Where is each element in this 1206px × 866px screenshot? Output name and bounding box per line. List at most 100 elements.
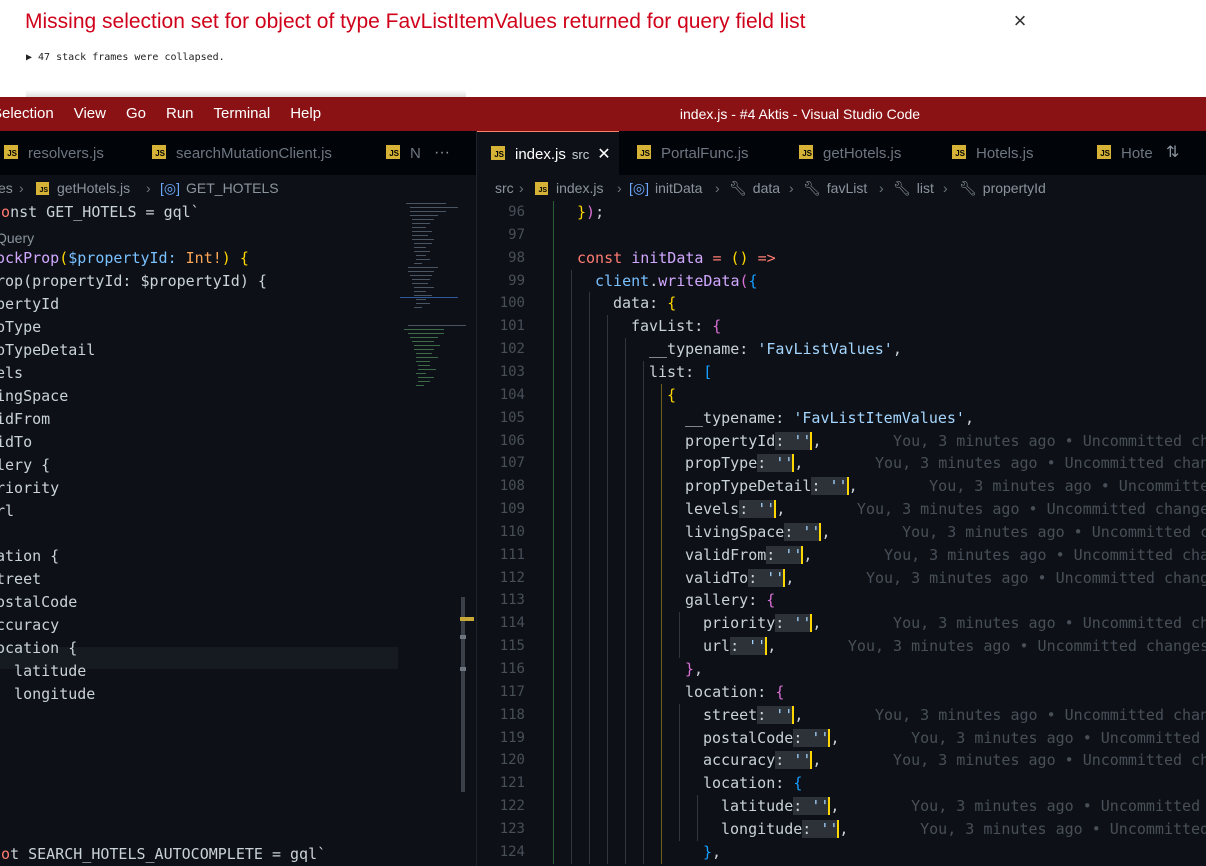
- git-blame-annotation: You, 3 minutes ago • Uncommitted c: [902, 522, 1206, 541]
- code-line: ocation {: [0, 639, 78, 657]
- minimap-line: [408, 267, 438, 268]
- menu-view[interactable]: View: [64, 97, 116, 131]
- breadcrumb-src[interactable]: src: [495, 175, 514, 201]
- js-file-icon: JS: [152, 145, 166, 160]
- right-tab-bar: JS index.js src ✕ JS PortalFunc.js JS getHote…: [477, 131, 1206, 175]
- minimap-line: [410, 211, 446, 212]
- minimap-line: [414, 345, 440, 346]
- minimap-line: [416, 255, 426, 256]
- minimap-line: [414, 295, 432, 296]
- code-line: livingSpace: '',: [685, 522, 831, 541]
- git-blame-annotation: You, 3 minutes ago • Uncommitted chang: [865, 568, 1206, 587]
- line-number: 100: [499, 295, 525, 312]
- tab-portal-func[interactable]: JS PortalFunc.js: [637, 131, 749, 175]
- line-number: 106: [499, 432, 525, 449]
- js-file-icon: JS: [952, 145, 966, 160]
- line-number: 103: [499, 363, 525, 380]
- breadcrumb-data[interactable]: 🔧︎ data: [729, 175, 780, 201]
- open-changes-icon[interactable]: ⇅: [1166, 131, 1179, 175]
- js-file-icon: JS: [637, 145, 651, 160]
- minimap-line: [418, 369, 436, 370]
- breadcrumb-folder[interactable]: es: [0, 175, 13, 201]
- menu-selection[interactable]: Selection: [0, 97, 64, 131]
- indent-guide: [643, 360, 644, 864]
- menu-go[interactable]: Go: [116, 97, 156, 131]
- breadcrumb-file[interactable]: JS getHotels.js: [36, 175, 130, 201]
- minimap-line: [412, 341, 434, 342]
- tab-hote-truncated[interactable]: JS Hote: [1097, 131, 1153, 175]
- code-line: street: '',: [703, 705, 804, 724]
- minimap-line: [406, 203, 446, 204]
- breadcrumb-propertyid[interactable]: 🔧︎ propertyId: [959, 175, 1046, 201]
- code-line: ingSpace: [0, 387, 69, 405]
- breadcrumb-index[interactable]: JS index.js: [535, 175, 603, 201]
- code-line: ccuracy: [0, 616, 60, 634]
- minimap-line: [408, 271, 434, 272]
- code-line: accuracy: '',: [703, 751, 822, 770]
- overlay-truncated-text: [26, 90, 466, 97]
- line-number: 109: [499, 501, 525, 518]
- code-line: {: [667, 385, 677, 404]
- line-number: 118: [499, 706, 525, 723]
- more-actions-icon[interactable]: ···: [434, 131, 450, 175]
- wrench-icon: 🔧︎: [729, 180, 747, 196]
- code-line: ostalCode: [0, 593, 78, 611]
- minimap-line: [416, 361, 430, 362]
- tab-resolvers[interactable]: JS resolvers.js: [4, 131, 104, 175]
- line-number: 107: [499, 455, 525, 472]
- breadcrumb-favlist[interactable]: 🔧︎ favList: [803, 175, 867, 201]
- close-tab-icon[interactable]: ✕: [597, 146, 610, 163]
- window-title: index.js - #4 Aktis - Visual Studio Code: [679, 106, 921, 122]
- close-icon[interactable]: ×: [1008, 9, 1032, 33]
- line-number: 99: [508, 272, 525, 289]
- collapsed-frames-toggle[interactable]: ▶ 47 stack frames were collapsed.: [26, 52, 225, 63]
- code-line: ockProp($propertyId: Int!) {: [0, 249, 249, 267]
- code-line: longitude: '',: [721, 819, 849, 838]
- code-line: const initData = () =>: [577, 248, 776, 267]
- code-line: data: {: [613, 294, 677, 313]
- tab-index-js[interactable]: JS index.js src ✕: [477, 131, 619, 175]
- line-number: 112: [499, 569, 525, 586]
- minimap-line: [416, 259, 430, 260]
- line-number: 111: [499, 546, 525, 563]
- code-line: treet: [0, 570, 42, 588]
- breadcrumb-symbol[interactable]: [◎] GET_HOTELS: [160, 175, 279, 201]
- menu-help[interactable]: Help: [280, 97, 331, 131]
- code-line: pTypeDetail: [0, 341, 96, 359]
- code-line: riority: [0, 479, 60, 497]
- minimap-line: [410, 215, 438, 216]
- code-line: rop(propertyId: $propertyId) {: [0, 272, 267, 290]
- minimap[interactable]: [400, 201, 466, 421]
- minimap-line: [410, 337, 438, 338]
- tab-hotels[interactable]: JS Hotels.js: [952, 131, 1034, 175]
- tab-truncated[interactable]: JS N: [386, 131, 421, 175]
- vertical-scrollbar[interactable]: [461, 597, 465, 792]
- right-editor-group: JS index.js src ✕ JS PortalFunc.js JS getHote…: [476, 131, 1206, 866]
- git-blame-annotation: You, 3 minutes ago • Uncommitte: [929, 477, 1206, 496]
- title-bar: Selection View Go Run Terminal Help inde…: [0, 97, 1206, 131]
- minimap-line: [408, 325, 466, 326]
- line-number: 104: [499, 386, 525, 403]
- minimap-line: [414, 349, 434, 350]
- git-blame-annotation: You, 3 minutes ago • Uncommitted: [920, 819, 1206, 838]
- code-line: url: '',: [703, 637, 777, 656]
- code-line: ation {: [0, 547, 60, 565]
- minimap-line: [414, 291, 426, 292]
- scroll-marker: [460, 667, 466, 671]
- code-line: },: [703, 842, 722, 861]
- breadcrumb-initdata[interactable]: [◎] initData: [629, 175, 702, 201]
- menu-terminal[interactable]: Terminal: [204, 97, 281, 131]
- indent-guide: [679, 703, 680, 841]
- tab-search-mutation-client[interactable]: JS searchMutationClient.js: [152, 131, 332, 175]
- tab-get-hotels[interactable]: JS getHotels.js: [799, 131, 901, 175]
- breadcrumb-list[interactable]: 🔧︎ list: [893, 175, 934, 201]
- indent-guide: [607, 315, 608, 864]
- indent-guide: [679, 612, 680, 658]
- line-number: 124: [499, 843, 525, 860]
- code-line: idFrom: [0, 410, 51, 428]
- git-blame-annotation: You, 3 minutes ago • Uncommitted ch: [893, 614, 1206, 633]
- minimap-line: [412, 231, 432, 232]
- line-number: 101: [499, 318, 525, 335]
- menu-run[interactable]: Run: [156, 97, 204, 131]
- error-overlay: Missing selection set for object of type…: [0, 0, 1206, 97]
